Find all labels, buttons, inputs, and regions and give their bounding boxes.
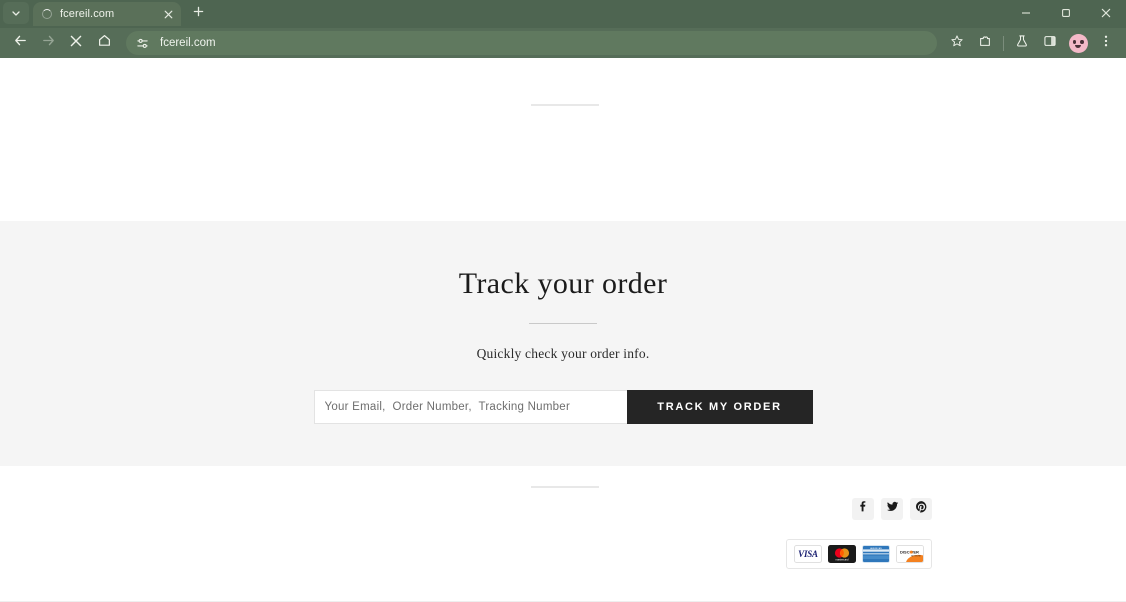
back-arrow-icon bbox=[13, 33, 28, 53]
track-my-order-button[interactable]: TRACK MY ORDER bbox=[626, 390, 813, 424]
address-bar[interactable]: fcereil.com bbox=[126, 31, 937, 55]
page-header-area bbox=[0, 58, 1126, 221]
flask-icon bbox=[1015, 34, 1029, 53]
browser-menu-button[interactable] bbox=[1093, 30, 1119, 56]
extensions-puzzle-icon bbox=[978, 34, 992, 53]
tune-sliders-icon[interactable] bbox=[132, 33, 152, 53]
social-link-facebook[interactable] bbox=[852, 498, 874, 520]
page-viewport: Track your order Quickly check your orde… bbox=[0, 58, 1126, 602]
title-divider bbox=[529, 323, 597, 324]
tab-title: fcereil.com bbox=[60, 8, 115, 20]
stop-loading-button[interactable] bbox=[63, 30, 89, 56]
social-links bbox=[852, 498, 932, 520]
web-page: Track your order Quickly check your orde… bbox=[0, 58, 1126, 602]
tab-strip-left: fcereil.com bbox=[0, 0, 209, 28]
visa-label: VISA bbox=[798, 549, 818, 559]
forward-button[interactable] bbox=[35, 30, 61, 56]
toolbar-separator bbox=[1003, 35, 1004, 51]
tab-search-button[interactable] bbox=[3, 1, 29, 24]
bottom-divider bbox=[531, 486, 599, 488]
window-minimize-button[interactable] bbox=[1006, 0, 1046, 28]
close-icon bbox=[1101, 5, 1111, 23]
star-icon bbox=[950, 34, 964, 53]
bookmark-button[interactable] bbox=[944, 30, 970, 56]
profile-button[interactable] bbox=[1065, 30, 1091, 56]
window-maximize-button[interactable] bbox=[1046, 0, 1086, 28]
new-tab-button[interactable] bbox=[187, 2, 209, 24]
svg-text:AMERICAN: AMERICAN bbox=[870, 547, 882, 550]
bottom-divider-wrap bbox=[0, 466, 1126, 488]
loading-spinner-icon bbox=[41, 8, 53, 20]
svg-text:NETWORK: NETWORK bbox=[911, 556, 921, 558]
three-dot-menu-icon bbox=[1099, 34, 1113, 53]
tab-strip: fcereil.com bbox=[0, 0, 1126, 28]
svg-text:DISC VER: DISC VER bbox=[900, 549, 919, 554]
browser-window: fcereil.com fcereil.com Track your order… bbox=[0, 0, 1126, 602]
social-link-twitter[interactable] bbox=[881, 498, 903, 520]
plus-icon bbox=[193, 4, 204, 22]
payment-icon-discover: DISC VER NETWORK bbox=[896, 545, 924, 563]
page-title: Track your order bbox=[458, 267, 668, 300]
track-order-input[interactable] bbox=[313, 390, 627, 424]
home-button[interactable] bbox=[91, 30, 117, 56]
track-order-section: Track your order Quickly check your orde… bbox=[0, 221, 1126, 466]
home-icon bbox=[97, 33, 112, 53]
payment-icon-amex: AMERICAN bbox=[862, 545, 890, 563]
payment-icon-visa: VISA bbox=[794, 545, 822, 563]
back-button[interactable] bbox=[7, 30, 33, 56]
page-subtitle: Quickly check your order info. bbox=[476, 346, 650, 361]
minimize-icon bbox=[1021, 5, 1031, 23]
social-link-pinterest[interactable] bbox=[910, 498, 932, 520]
labs-button[interactable] bbox=[1009, 30, 1035, 56]
maximize-icon bbox=[1061, 5, 1071, 23]
footer-right-column: VISA mastercard AMERICAN DISC VER NETWOR… bbox=[786, 498, 932, 569]
payment-methods: VISA mastercard AMERICAN DISC VER NETWOR… bbox=[786, 539, 932, 569]
top-divider bbox=[531, 104, 599, 106]
facebook-icon bbox=[857, 500, 870, 518]
track-order-form: TRACK MY ORDER bbox=[313, 390, 813, 424]
browser-toolbar: fcereil.com bbox=[0, 28, 1126, 58]
toolbar-right-actions bbox=[943, 30, 1120, 56]
payment-icon-mastercard: mastercard bbox=[828, 545, 856, 563]
chevron-down-icon bbox=[11, 8, 21, 18]
window-close-button[interactable] bbox=[1086, 0, 1126, 28]
side-panel-button[interactable] bbox=[1037, 30, 1063, 56]
page-footer-area: VISA mastercard AMERICAN DISC VER NETWOR… bbox=[0, 466, 1126, 602]
address-bar-url: fcereil.com bbox=[160, 37, 216, 49]
browser-tab[interactable]: fcereil.com bbox=[33, 2, 181, 26]
stop-loading-icon bbox=[69, 34, 83, 53]
forward-arrow-icon bbox=[41, 33, 56, 53]
profile-avatar-icon bbox=[1068, 33, 1088, 53]
twitter-icon bbox=[886, 500, 899, 518]
window-controls bbox=[1006, 0, 1126, 28]
tab-close-button[interactable] bbox=[161, 7, 175, 21]
svg-text:mastercard: mastercard bbox=[836, 558, 850, 562]
side-panel-icon bbox=[1043, 34, 1057, 53]
pinterest-icon bbox=[915, 500, 928, 518]
extensions-button[interactable] bbox=[972, 30, 998, 56]
